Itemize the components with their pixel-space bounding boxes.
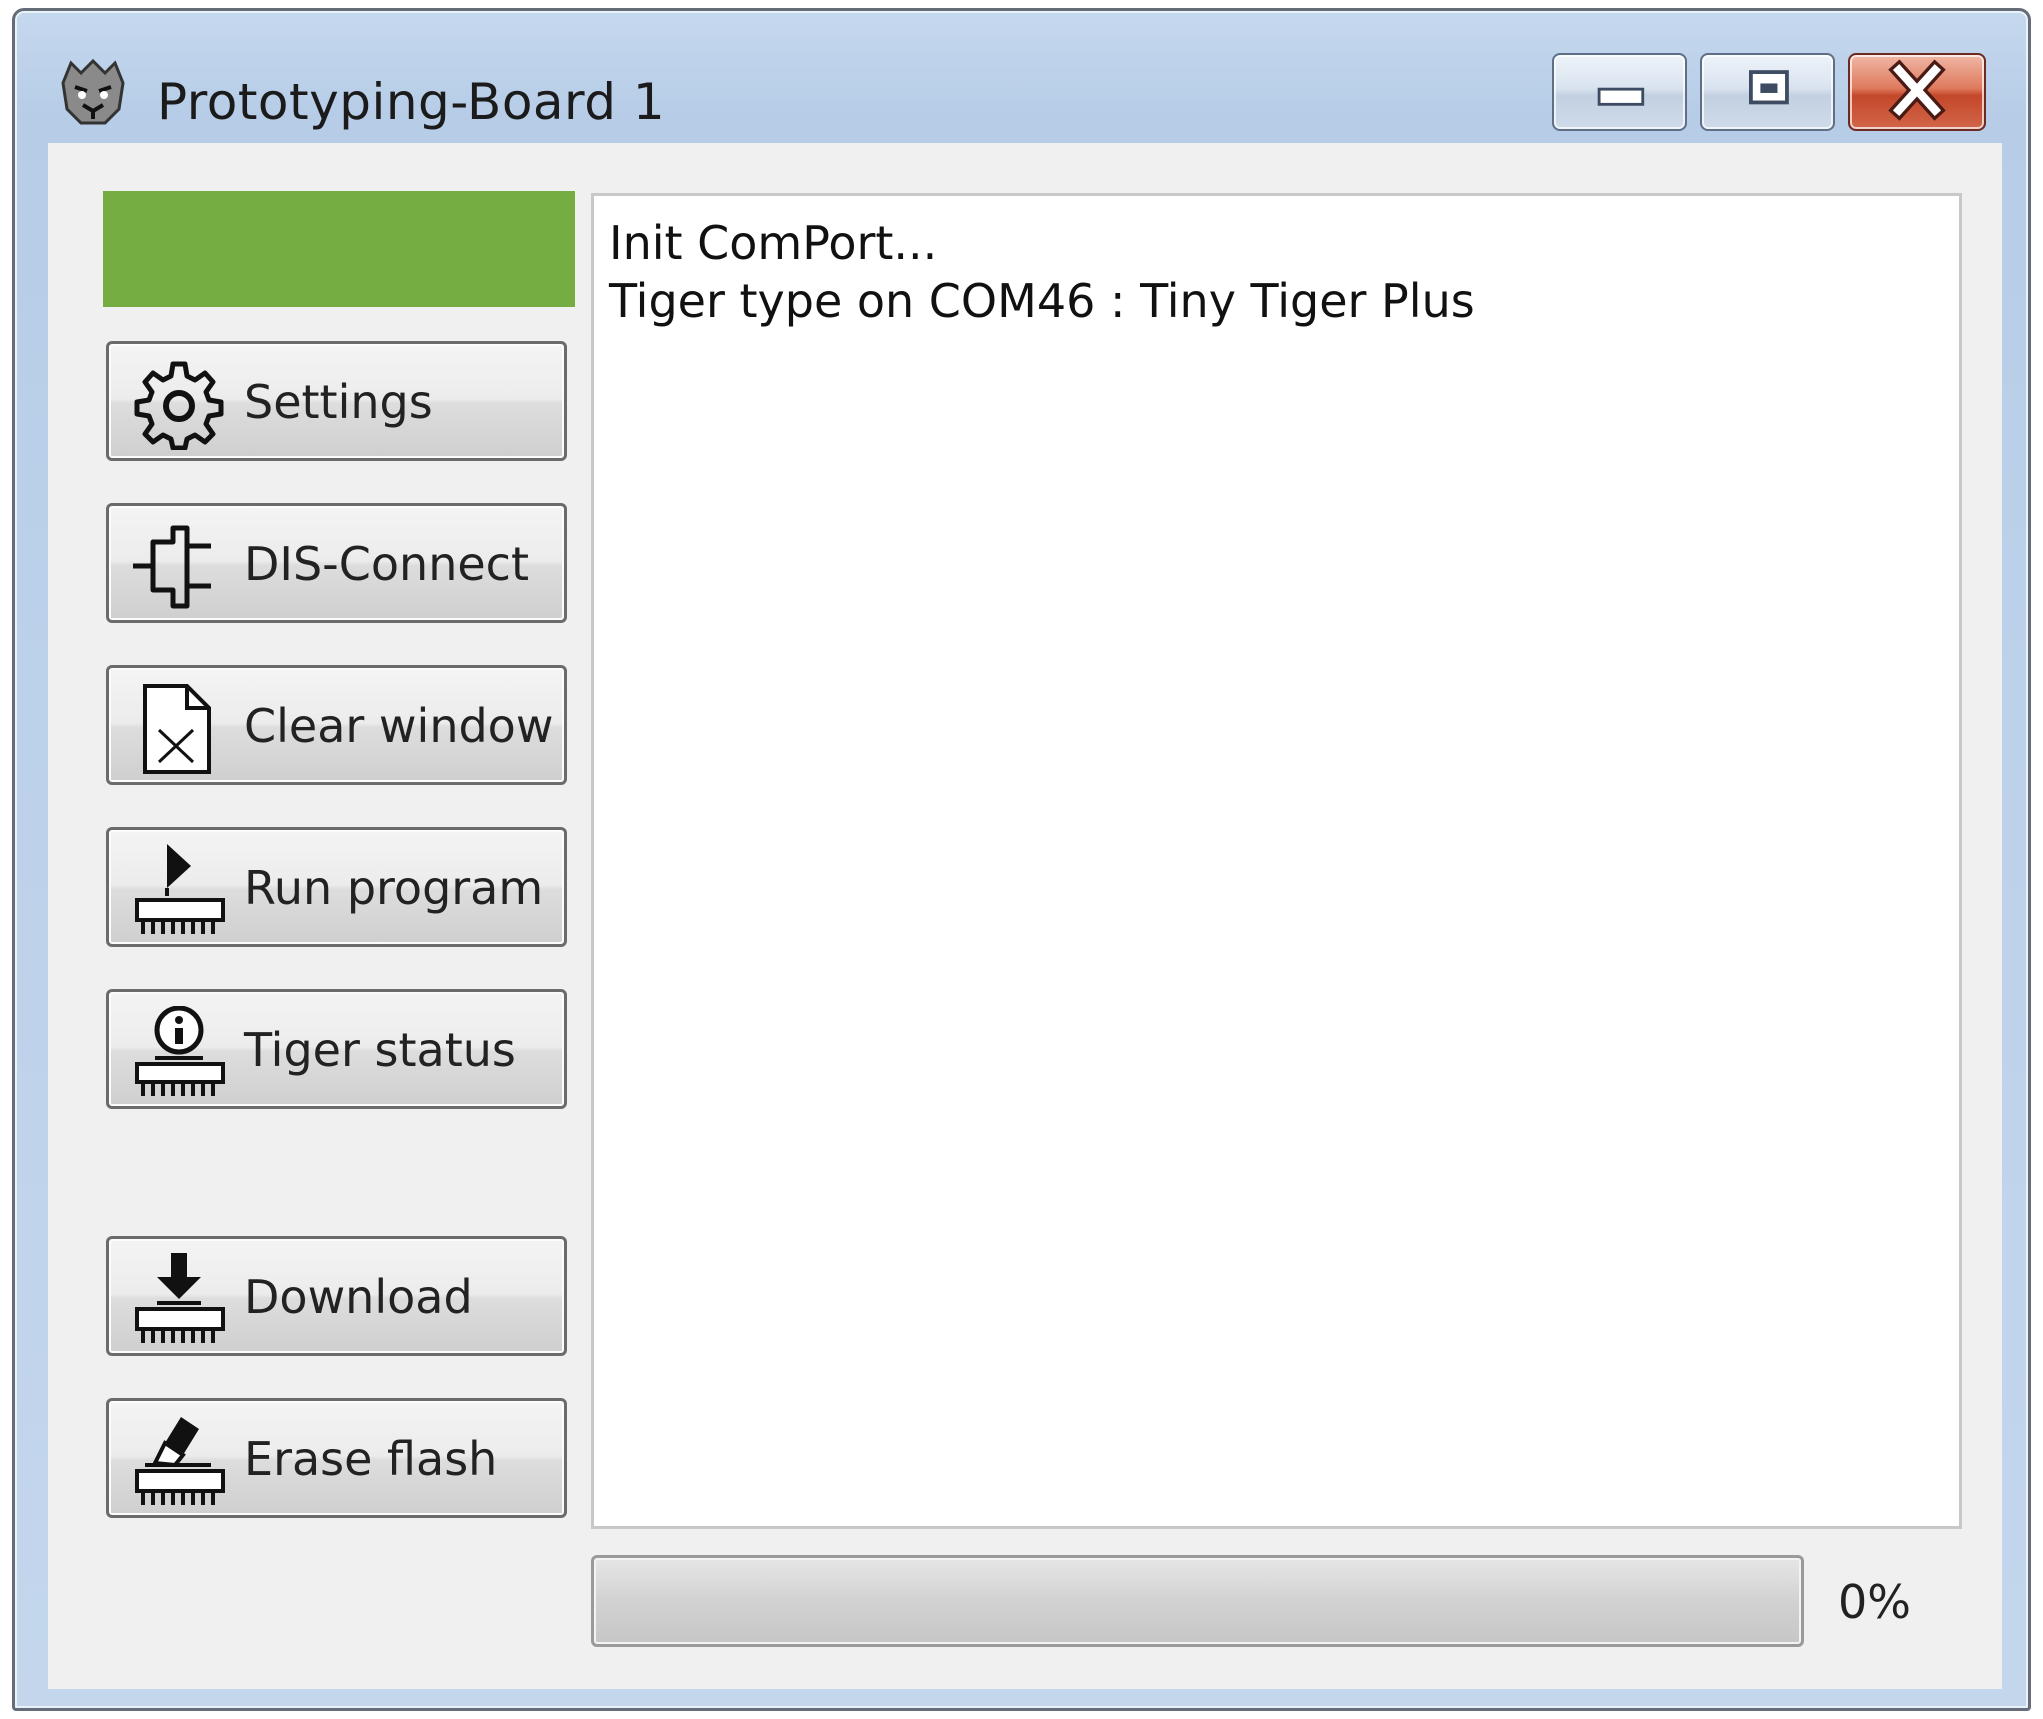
- run-program-button[interactable]: Run program: [106, 827, 567, 947]
- gear-icon: [134, 361, 224, 450]
- clear-window-label: Clear window: [244, 699, 554, 753]
- erase-flash-button[interactable]: Erase flash: [106, 1398, 567, 1518]
- info-chip-icon: [135, 1006, 225, 1096]
- clear-document-icon: [143, 684, 211, 774]
- close-button[interactable]: [1848, 53, 1986, 131]
- app-window: Prototyping-Board 1 Settings DIS-Connect…: [12, 8, 2031, 1711]
- download-label: Download: [244, 1270, 473, 1324]
- close-icon: [1888, 59, 1946, 121]
- maximize-icon: [1749, 70, 1789, 105]
- log-line: Init ComPort...: [609, 216, 938, 270]
- tiger-status-button[interactable]: Tiger status: [106, 989, 567, 1109]
- settings-label: Settings: [244, 375, 433, 429]
- maximize-button[interactable]: [1700, 53, 1835, 131]
- client-area: Settings DIS-Connect Clear window Run pr…: [48, 143, 2002, 1689]
- run-chip-icon: [135, 844, 225, 934]
- minimize-button[interactable]: [1552, 53, 1687, 131]
- title-bar[interactable]: Prototyping-Board 1: [15, 11, 2028, 143]
- log-line: Tiger type on COM46 : Tiny Tiger Plus: [609, 274, 1475, 328]
- settings-button[interactable]: Settings: [106, 341, 567, 461]
- run-program-label: Run program: [244, 861, 544, 915]
- connection-status-indicator: [103, 191, 575, 307]
- tiger-status-label: Tiger status: [244, 1023, 516, 1077]
- progress-percent: 0%: [1838, 1575, 1911, 1629]
- output-log[interactable]: Init ComPort... Tiger type on COM46 : Ti…: [591, 193, 1962, 1529]
- minimize-icon: [1597, 87, 1645, 106]
- progress-bar: [591, 1555, 1804, 1647]
- download-button[interactable]: Download: [106, 1236, 567, 1356]
- erase-flash-label: Erase flash: [244, 1432, 498, 1486]
- tiger-head-icon[interactable]: [53, 53, 133, 133]
- plug-icon: [133, 525, 211, 609]
- download-chip-icon: [135, 1253, 225, 1343]
- window-title: Prototyping-Board 1: [157, 73, 666, 131]
- disconnect-button[interactable]: DIS-Connect: [106, 503, 567, 623]
- erase-chip-icon: [135, 1417, 225, 1505]
- disconnect-label: DIS-Connect: [244, 537, 529, 591]
- clear-window-button[interactable]: Clear window: [106, 665, 567, 785]
